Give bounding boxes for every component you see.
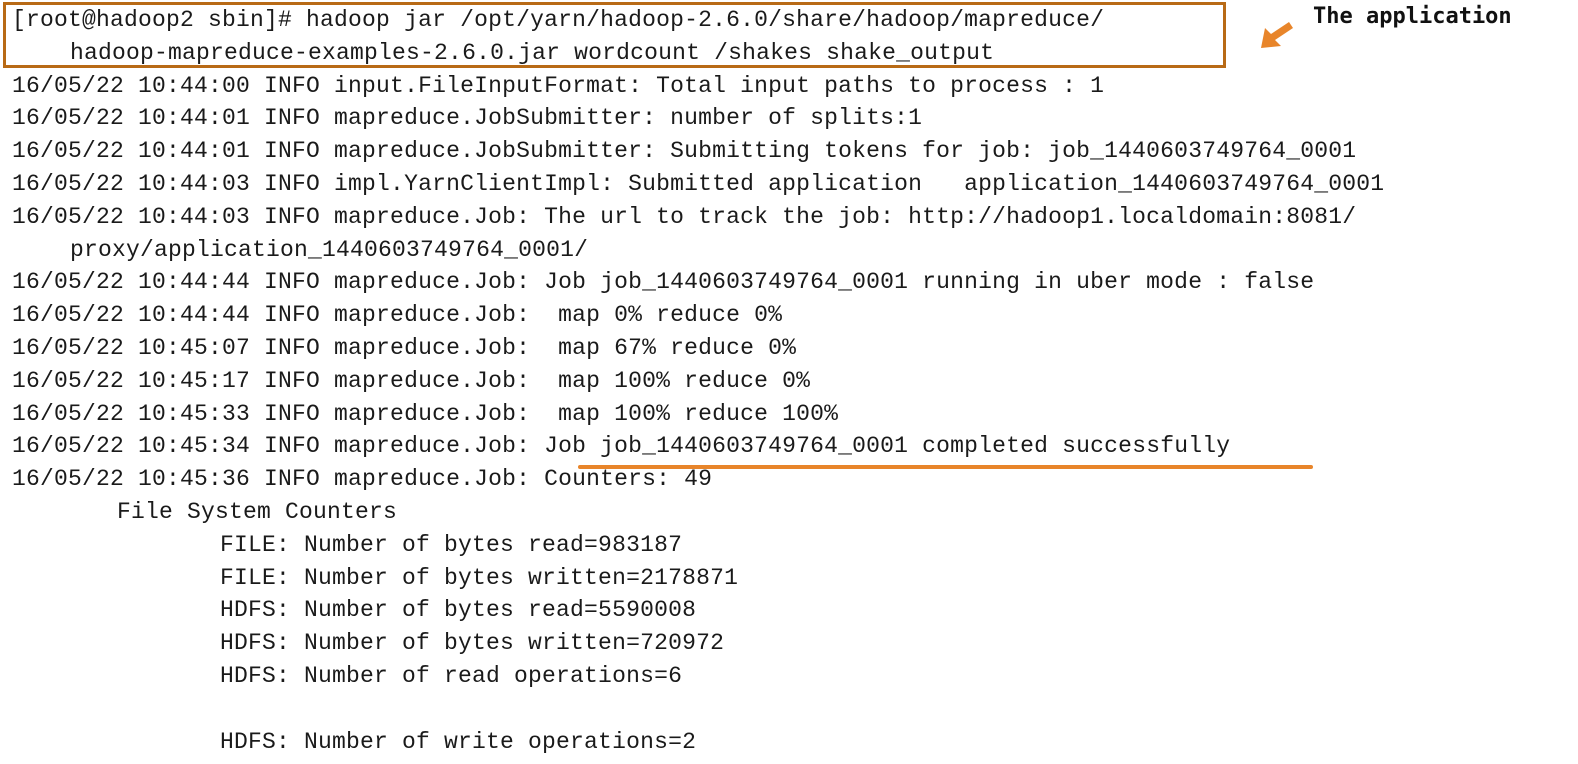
counter-group-title: File System Counters (117, 498, 398, 525)
log-line-continued: proxy/application_1440603749764_0001/ (70, 236, 589, 263)
log-line: 16/05/22 10:44:00 INFO input.FileInputFo… (12, 72, 1105, 99)
log-line: 16/05/22 10:44:44 INFO mapreduce.Job: Jo… (12, 269, 1315, 296)
log-line-completed: 16/05/22 10:45:34 INFO mapreduce.Job: Jo… (12, 430, 1552, 463)
progress-line: 16/05/22 10:45:33 INFO mapreduce.Job: ma… (12, 400, 839, 427)
progress-line: 16/05/22 10:45:17 INFO mapreduce.Job: ma… (12, 367, 811, 394)
progress-line: 16/05/22 10:44:44 INFO mapreduce.Job: ma… (12, 302, 783, 329)
counter-line: HDFS: Number of bytes written=720972 (220, 630, 725, 657)
progress-line: 16/05/22 10:45:07 INFO mapreduce.Job: ma… (12, 334, 797, 361)
log-line: 16/05/22 10:44:01 INFO mapreduce.JobSubm… (12, 138, 1357, 165)
log-prefix: 16/05/22 10:45:34 INFO mapreduce.Job: (12, 433, 545, 460)
log-line: 16/05/22 10:44:03 INFO impl.YarnClientIm… (12, 170, 1385, 197)
terminal-output: [root@hadoop2 sbin]# hadoop jar /opt/yar… (12, 4, 1552, 758)
log-line: 16/05/22 10:44:01 INFO mapreduce.JobSubm… (12, 105, 923, 132)
callout-label: The application (1313, 4, 1512, 29)
counter-line: HDFS: Number of read operations=6 (220, 662, 683, 689)
arrow-left-down-icon (1261, 22, 1293, 48)
counter-line: FILE: Number of bytes written=2178871 (220, 564, 739, 591)
log-line: 16/05/22 10:44:03 INFO mapreduce.Job: Th… (12, 203, 1357, 230)
counter-line: HDFS: Number of write operations=2 (220, 728, 697, 755)
completed-underline (578, 465, 1313, 469)
counter-line: FILE: Number of bytes read=983187 (220, 531, 683, 558)
command-highlight-box (3, 2, 1226, 68)
counter-line: HDFS: Number of bytes read=5590008 (220, 597, 697, 624)
job-completed-status: Job job_1440603749764_0001 completed suc… (544, 433, 1231, 460)
